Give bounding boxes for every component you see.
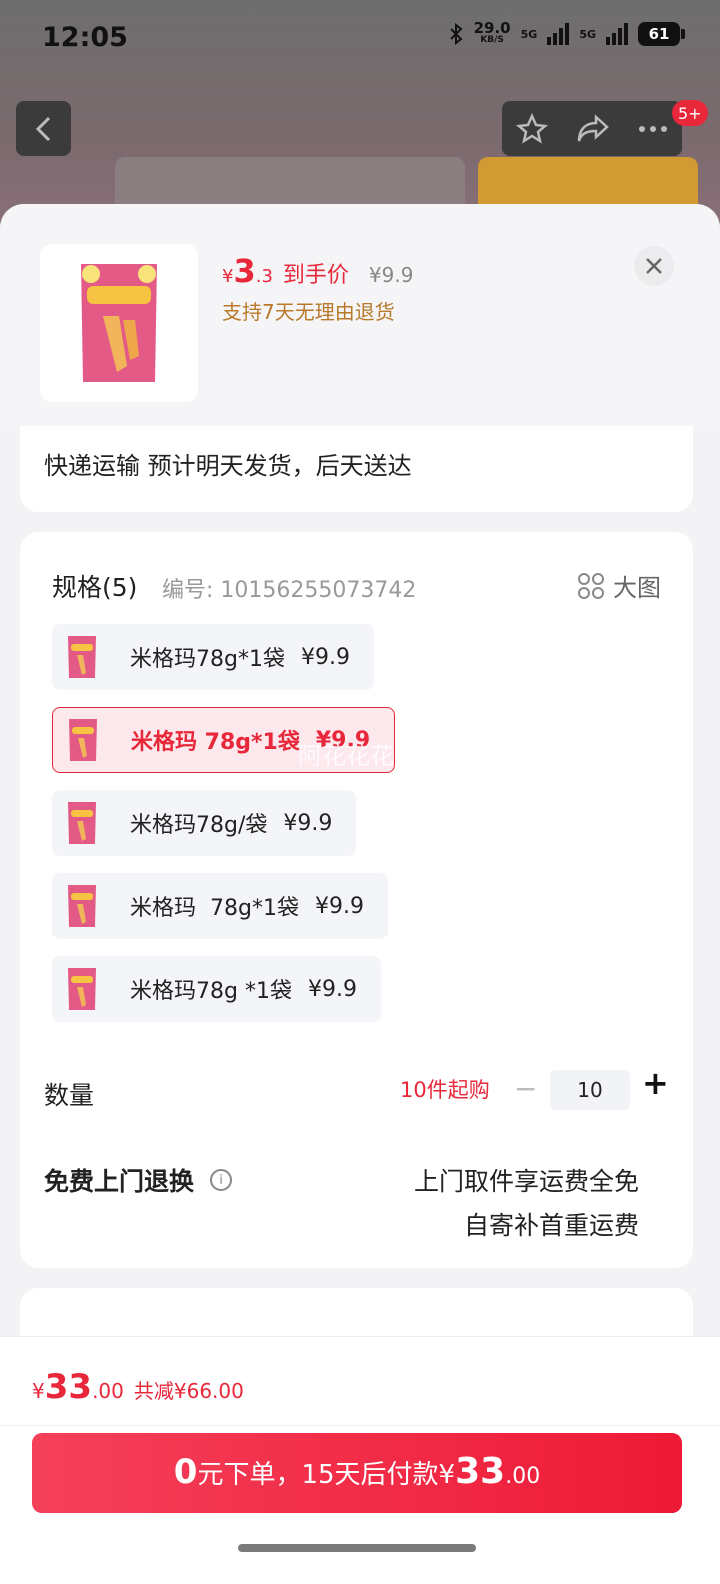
network-speed: 29.0 KB/S [473,19,511,46]
home-indicator[interactable] [238,1544,476,1552]
product-mini-icon [68,636,96,678]
info-icon[interactable]: i [210,1169,233,1191]
deal-price-label: 到手价 [282,263,349,288]
return-detail-line-1: 上门取件享运费全免 [413,1167,639,1196]
more-icon[interactable] [638,125,668,133]
min-purchase-note: 10件起购 [400,1078,490,1102]
back-icon [35,116,50,141]
quantity-increase-button[interactable]: + [642,1064,669,1102]
option-price: ¥9.9 [307,976,357,1002]
product-mini-icon [69,719,97,761]
network-5g-label: 5G [520,27,538,41]
saving-amount: 共减¥66.00 [133,1379,244,1403]
grid-icon [578,572,604,599]
delivery-text: 快递运输 预计明天发货，后天送达 [44,452,412,480]
battery-icon: 61 [638,22,685,46]
option-thumbnail [52,956,112,1022]
quantity-decrease-button[interactable]: − [514,1072,537,1105]
option-label: 米格玛78g/袋 [130,813,268,838]
option-price: ¥9.9 [314,893,364,919]
status-bar: 12:05 29.0 KB/S 5G 5G 61 [0,0,720,80]
spec-title: 规格(5) [52,573,138,602]
product-mini-icon [68,885,96,927]
big-image-toggle[interactable]: 大图 [577,568,661,603]
option-thumbnail [52,790,112,856]
status-icons: 29.0 KB/S 5G 5G 61 [448,19,685,46]
product-image [81,264,157,382]
spec-card: 规格(5) 编号: 10156255073742 大图 米格玛78g*1袋 ¥9… [20,532,693,1268]
signal-icon [547,23,570,45]
option-label: 米格玛78g*1袋 [130,647,285,672]
option-thumbnail [53,707,113,773]
option-label: 米格玛 78g*1袋 [130,896,299,921]
divider [0,1425,720,1426]
spec-code: 编号: 10156255073742 [162,578,417,603]
option-price: ¥9.9 [300,644,350,670]
product-mini-icon [68,802,96,844]
option-label: 米格玛78g *1袋 [130,979,292,1004]
pay-later-button[interactable]: 0 元下单，15天后付款¥ 33 .00 [32,1433,682,1513]
option-label: 米格玛 78g*1袋 [131,730,300,755]
nav-actions [502,101,682,156]
back-button[interactable] [16,101,71,156]
close-icon [646,258,662,274]
total-price: ¥ 33 .00 共减¥66.00 [32,1367,244,1407]
spec-option-1[interactable]: 米格玛78g*1袋 ¥9.9 [52,624,374,690]
network-5g-label-2: 5G [579,27,596,41]
option-thumbnail [52,873,112,939]
original-price: ¥9.9 [368,263,414,287]
bluetooth-icon [449,22,463,46]
option-thumbnail [52,624,112,690]
price-row: ¥3.3 到手价 ¥9.9 [222,252,413,290]
delivery-card: 快递运输 预计明天发货，后天送达 [20,426,693,512]
return-detail-line-2: 自寄补首重运费 [463,1211,639,1240]
quantity-input[interactable]: 10 [550,1070,630,1110]
quantity-label: 数量 [44,1081,95,1110]
signal-icon-2 [606,23,628,45]
status-time: 12:05 [42,22,128,53]
star-icon[interactable] [516,112,548,145]
sheet-header: ¥3.3 到手价 ¥9.9 支持7天无理由退货 [0,204,720,426]
spec-option-5[interactable]: 米格玛78g *1袋 ¥9.9 [52,956,381,1022]
spec-option-3[interactable]: 米格玛78g/袋 ¥9.9 [52,790,357,856]
watermark: 阿花花花 [298,742,394,770]
close-button[interactable] [634,246,674,286]
product-mini-icon [68,968,96,1010]
product-thumbnail[interactable] [40,244,198,402]
deal-price: ¥3.3 [222,252,273,290]
option-price: ¥9.9 [283,810,333,836]
spec-option-4[interactable]: 米格玛 78g*1袋 ¥9.9 [52,873,388,939]
return-details: 上门取件享运费全免 自寄补首重运费 [414,1160,639,1248]
free-return-label: 免费上门退换 i [44,1162,233,1198]
share-icon[interactable] [576,113,610,144]
message-badge[interactable]: 5+ [672,100,708,126]
refund-note: 支持7天无理由退货 [222,300,395,324]
